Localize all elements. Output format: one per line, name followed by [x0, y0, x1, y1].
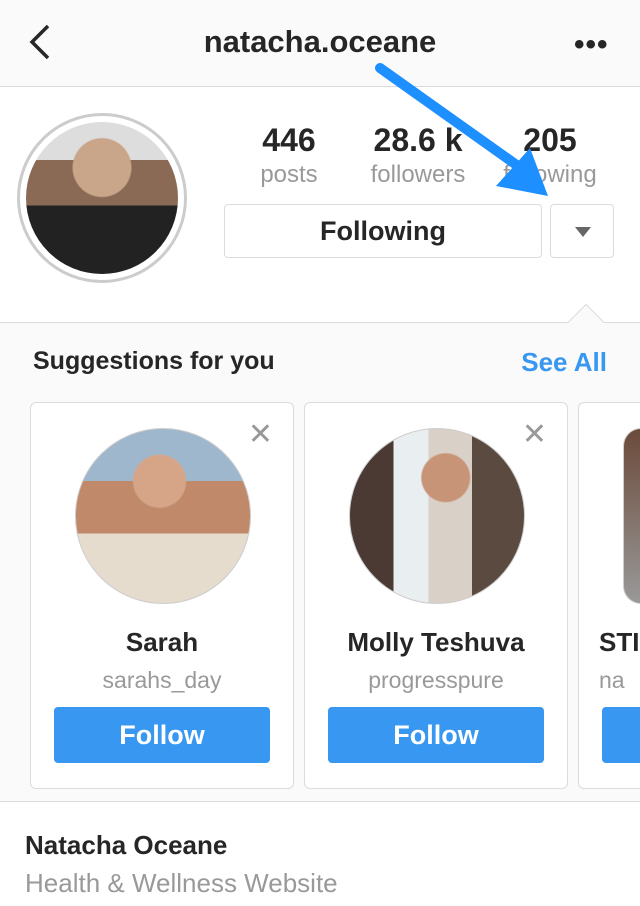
profile-category: Health & Wellness Website	[25, 868, 338, 898]
stat-following[interactable]: 205 following	[480, 122, 620, 189]
following-button[interactable]: Following	[224, 204, 542, 258]
close-icon[interactable]: ✕	[522, 417, 547, 452]
posts-count: 446	[262, 122, 316, 158]
see-all-link[interactable]: See All	[521, 347, 607, 378]
suggestion-name: Molly Teshuva	[347, 627, 525, 657]
suggestion-avatar[interactable]	[75, 428, 251, 604]
suggestions-title: Suggestions for you	[33, 347, 275, 375]
followers-count: 28.6 k	[373, 122, 463, 158]
following-label: following	[503, 161, 597, 188]
following-count: 205	[523, 122, 577, 158]
follow-button[interactable]: Follow	[54, 707, 270, 763]
close-icon[interactable]: ✕	[248, 417, 273, 452]
suggestions-panel: Suggestions for you See All ✕ Sarah sara…	[0, 322, 640, 802]
suggestion-avatar[interactable]	[349, 428, 525, 604]
avatar[interactable]	[17, 113, 187, 283]
suggestion-avatar[interactable]	[623, 428, 640, 604]
follow-button[interactable]	[602, 707, 640, 763]
suggestion-username: na	[599, 667, 625, 693]
profile-full-name: Natacha Oceane	[25, 830, 228, 860]
stat-posts[interactable]: 446 posts	[219, 122, 359, 189]
posts-label: posts	[260, 161, 318, 188]
dropdown-pointer	[565, 302, 605, 323]
stat-followers[interactable]: 28.6 k followers	[348, 122, 488, 189]
page-title: natacha.oceane	[203, 24, 437, 59]
follow-button[interactable]: Follow	[328, 707, 544, 763]
suggestion-username: sarahs_day	[102, 667, 222, 693]
suggestion-name: STI	[599, 627, 640, 657]
suggestion-card[interactable]: ✕ Sarah sarahs_day Follow	[30, 402, 294, 789]
more-options-icon[interactable]: •••	[574, 28, 609, 62]
suggestion-username: progresspure	[368, 667, 504, 693]
top-nav-bar: natacha.oceane •••	[0, 0, 640, 87]
followers-label: followers	[370, 161, 466, 188]
suggestion-card[interactable]: STI na	[578, 402, 640, 789]
suggestion-card[interactable]: ✕ Molly Teshuva progresspure Follow	[304, 402, 568, 789]
suggestion-name: Sarah	[125, 627, 199, 657]
suggestions-dropdown-button[interactable]	[550, 204, 614, 258]
